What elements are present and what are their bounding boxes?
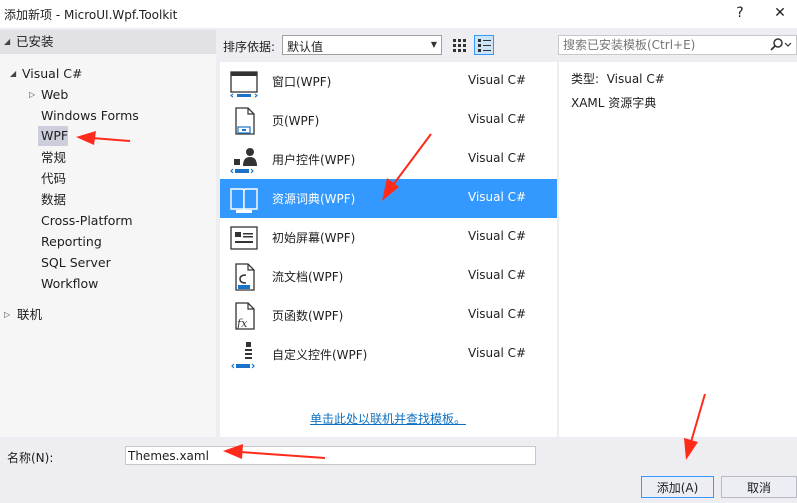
tree-item-web[interactable]: ▷ Web: [0, 85, 216, 105]
find-templates-online-link[interactable]: 单击此处以联机并查找模板。: [310, 410, 466, 427]
template-row-splash-screen[interactable]: 初始屏幕(WPF) Visual C#: [220, 218, 557, 257]
template-language: Visual C#: [468, 307, 527, 321]
template-language: Visual C#: [468, 268, 527, 282]
tree-item-reporting[interactable]: Reporting: [0, 232, 216, 252]
template-name: 自定义控件(WPF): [272, 348, 368, 362]
tree-item-online[interactable]: ▷ 联机: [0, 305, 216, 325]
template-row-window[interactable]: 窗口(WPF) Visual C#: [220, 62, 557, 101]
detail-type-label: 类型:: [571, 72, 600, 86]
cancel-button[interactable]: 取消: [721, 476, 797, 498]
page-icon: [235, 107, 255, 135]
template-name: 资源词典(WPF): [272, 192, 356, 206]
template-name: 页函数(WPF): [272, 309, 344, 323]
template-name: 用户控件(WPF): [272, 153, 356, 167]
expand-icon: ▷: [4, 310, 11, 319]
sort-label: 排序依据:: [223, 40, 276, 54]
template-name: 页(WPF): [272, 114, 320, 128]
tree-item-label: Reporting: [41, 234, 102, 249]
grid-view-button[interactable]: [449, 35, 469, 55]
close-icon: ✕: [774, 5, 786, 21]
flow-document-icon: [235, 263, 255, 291]
template-language: Visual C#: [468, 190, 527, 204]
tree-item-windows-forms[interactable]: Windows Forms: [0, 106, 216, 126]
template-row-page-function[interactable]: fx 页函数(WPF) Visual C#: [220, 296, 557, 335]
name-input[interactable]: [125, 446, 536, 465]
template-row-page[interactable]: 页(WPF) Visual C#: [220, 101, 557, 140]
tree-item-label: 常规: [41, 150, 67, 165]
chevron-down-icon: ▼: [430, 40, 437, 49]
tree-item-label: Workflow: [41, 276, 99, 291]
tree-item-sql-server[interactable]: SQL Server: [0, 253, 216, 273]
tree-item-label: 联机: [17, 307, 43, 322]
close-button[interactable]: ✕: [763, 0, 797, 26]
help-icon: ?: [736, 5, 744, 21]
tree-item-workflow[interactable]: Workflow: [0, 274, 216, 294]
tree-item-label: WPF: [41, 128, 69, 143]
annotation-arrowhead: [684, 438, 698, 460]
template-row-custom-control[interactable]: 自定义控件(WPF) Visual C#: [220, 335, 557, 374]
svg-text:fx: fx: [236, 317, 248, 330]
tree-item-label: Visual C#: [22, 66, 83, 81]
title-bar: 添加新项 - MicroUI.Wpf.Toolkit ? ✕: [0, 0, 797, 28]
template-list: 窗口(WPF) Visual C# 页(WPF) Visual C# 用户控件(…: [220, 62, 557, 437]
window-icon: [230, 71, 258, 98]
expand-icon: ▷: [29, 90, 36, 99]
grid-view-icon: [453, 39, 466, 52]
tree-item-cross-platform[interactable]: Cross-Platform: [0, 211, 216, 231]
template-name: 窗口(WPF): [272, 75, 332, 89]
template-name: 初始屏幕(WPF): [272, 231, 356, 245]
tree-item-label: SQL Server: [41, 255, 111, 270]
template-language: Visual C#: [468, 112, 527, 126]
template-row-resource-dictionary[interactable]: 资源词典(WPF) Visual C#: [220, 179, 557, 218]
detail-type-row: 类型: Visual C#: [571, 70, 665, 87]
page-function-icon: fx: [235, 302, 255, 330]
tree-item-label: Windows Forms: [41, 108, 139, 123]
template-row-user-control[interactable]: 用户控件(WPF) Visual C#: [220, 140, 557, 179]
template-language: Visual C#: [468, 346, 527, 360]
list-view-button[interactable]: [474, 35, 494, 55]
sort-dropdown[interactable]: 默认值 ▼: [282, 35, 442, 55]
tree-item-label: 代码: [41, 171, 67, 186]
template-category-tree: ◢ 已安装 ◢ Visual C# ▷ Web Windows Forms WP…: [0, 30, 216, 437]
list-view-icon: [478, 39, 491, 52]
installed-header[interactable]: ◢ 已安装: [0, 30, 216, 54]
search-icon[interactable]: [770, 38, 792, 52]
collapse-icon: ◢: [10, 69, 17, 78]
name-label: 名称(N):: [7, 451, 54, 465]
resource-dictionary-icon: [230, 188, 258, 213]
search-input[interactable]: [563, 38, 763, 52]
template-language: Visual C#: [468, 151, 527, 165]
add-button[interactable]: 添加(A): [641, 476, 714, 498]
custom-control-icon: [231, 342, 255, 369]
detail-description: XAML 资源字典: [571, 96, 657, 110]
template-language: Visual C#: [468, 229, 527, 243]
detail-type-value: Visual C#: [606, 72, 665, 86]
tree-item-label: Cross-Platform: [41, 213, 133, 228]
tree-item-data[interactable]: 数据: [0, 190, 216, 210]
sort-value: 默认值: [287, 40, 324, 54]
tree-item-code[interactable]: 代码: [0, 169, 216, 189]
window-title: 添加新项 - MicroUI.Wpf.Toolkit: [4, 8, 178, 22]
tree-item-wpf[interactable]: WPF: [38, 126, 68, 146]
template-language: Visual C#: [468, 73, 527, 87]
tree-item-label: Web: [41, 87, 69, 102]
help-button[interactable]: ?: [723, 0, 757, 26]
tree-item-visual-csharp[interactable]: ◢ Visual C#: [0, 64, 216, 84]
splash-screen-icon: [230, 226, 258, 250]
installed-label: 已安装: [16, 34, 54, 49]
template-name: 流文档(WPF): [272, 270, 344, 284]
search-box[interactable]: [558, 35, 797, 55]
tree-item-general[interactable]: 常规: [0, 148, 216, 168]
template-row-flow-document[interactable]: 流文档(WPF) Visual C#: [220, 257, 557, 296]
collapse-icon: ◢: [4, 37, 11, 46]
user-control-icon: [230, 148, 257, 174]
tree-item-label: 数据: [41, 192, 67, 207]
template-details: 类型: Visual C# XAML 资源字典: [559, 62, 797, 437]
